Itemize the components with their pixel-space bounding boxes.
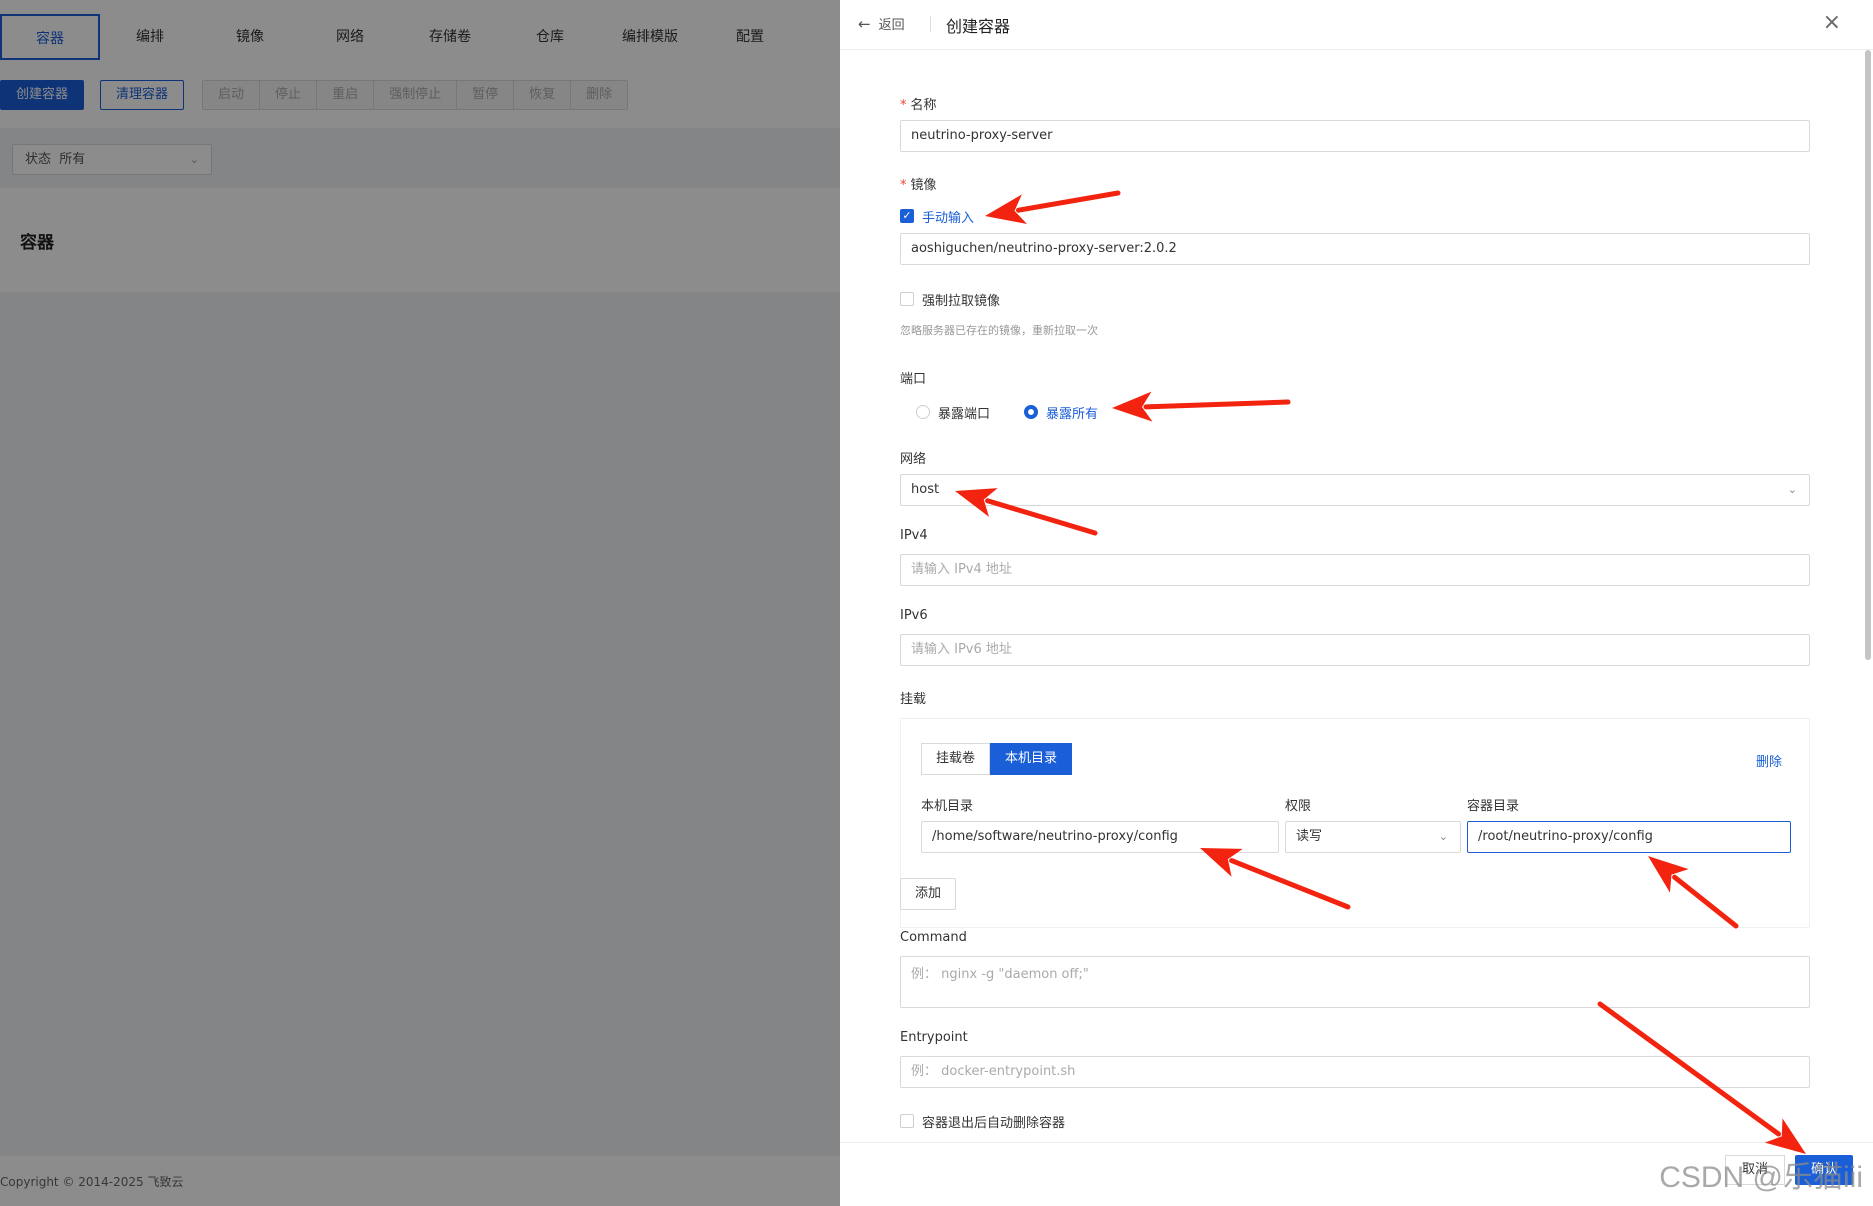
drawer-title: 创建容器 (946, 17, 1011, 36)
name-input[interactable]: neutrino-proxy-server (900, 120, 1810, 152)
expose-port-label[interactable]: 暴露端口 (938, 403, 990, 422)
auto-remove-checkbox[interactable] (900, 1114, 914, 1128)
permission-select[interactable]: 读写 ⌄ (1285, 821, 1461, 853)
manual-input-checkbox[interactable]: ✓ (900, 209, 914, 223)
container-dir-input[interactable]: /root/neutrino-proxy/config (1467, 821, 1791, 853)
network-label: 网络 (900, 452, 927, 467)
ipv6-input[interactable]: 请输入 IPv6 地址 (900, 634, 1810, 666)
force-pull-hint: 忽略服务器已存在的镜像，重新拉取一次 (900, 324, 1098, 337)
chevron-down-icon: ⌄ (1787, 483, 1797, 496)
expose-all-radio[interactable] (1024, 405, 1038, 419)
create-container-drawer: ← 返回 创建容器 × * 名称 neutrino-proxy-server * 镜… (840, 0, 1873, 1206)
command-label: Command (900, 930, 967, 945)
mount-label: 挂载 (900, 692, 927, 707)
force-pull-label[interactable]: 强制拉取镜像 (922, 290, 1000, 309)
network-select[interactable]: host ⌄ (900, 474, 1810, 506)
mount-panel: 挂载卷 本机目录 删除 本机目录 权限 容器目录 /home/software/… (900, 718, 1810, 928)
close-icon[interactable]: × (1823, 10, 1841, 35)
drawer-header: ← 返回 创建容器 × (840, 0, 1873, 50)
container-dir-column-label: 容器目录 (1467, 799, 1520, 814)
expose-all-label[interactable]: 暴露所有 (1046, 403, 1098, 422)
mount-delete-link[interactable]: 删除 (1756, 751, 1782, 770)
command-textarea[interactable]: 例： nginx -g "daemon off;" (900, 956, 1810, 1008)
name-label: * 名称 (900, 98, 937, 113)
chevron-down-icon: ⌄ (1438, 830, 1448, 843)
mount-type-switch: 挂载卷 本机目录 (921, 743, 1073, 775)
back-button[interactable]: ← 返回 (858, 14, 905, 34)
image-input[interactable]: aoshiguchen/neutrino-proxy-server:2.0.2 (900, 233, 1810, 265)
permission-value: 读写 (1296, 829, 1323, 844)
network-value: host (911, 482, 940, 497)
drawer-scrollbar[interactable] (1865, 50, 1871, 660)
auto-remove-label[interactable]: 容器退出后自动删除容器 (922, 1112, 1065, 1131)
watermark: CSDN @乐猫iii (1659, 1161, 1863, 1194)
tab-mount-host-dir[interactable]: 本机目录 (990, 743, 1073, 775)
entrypoint-input[interactable]: 例： docker-entrypoint.sh (900, 1056, 1810, 1088)
host-dir-input[interactable]: /home/software/neutrino-proxy/config (921, 821, 1279, 853)
header-divider (930, 16, 931, 32)
back-label: 返回 (878, 18, 905, 33)
ipv4-input[interactable]: 请输入 IPv4 地址 (900, 554, 1810, 586)
host-dir-column-label: 本机目录 (921, 799, 974, 814)
force-pull-checkbox[interactable] (900, 292, 914, 306)
port-label: 端口 (900, 372, 927, 387)
add-mount-button[interactable]: 添加 (900, 878, 957, 910)
tab-mount-volume[interactable]: 挂载卷 (921, 743, 991, 775)
ipv6-label: IPv6 (900, 608, 928, 623)
manual-input-label[interactable]: 手动输入 (922, 207, 974, 226)
expose-port-radio[interactable] (916, 405, 930, 419)
arrow-left-icon: ← (858, 14, 871, 33)
modal-overlay[interactable] (0, 0, 840, 1206)
entrypoint-label: Entrypoint (900, 1030, 968, 1045)
ipv4-label: IPv4 (900, 528, 928, 543)
permission-column-label: 权限 (1285, 799, 1312, 814)
image-label: * 镜像 (900, 178, 937, 193)
background-page: 容器 编排 镜像 网络 存储卷 仓库 编排模版 配置 创建容器 清理容器 启动 … (0, 0, 840, 1206)
